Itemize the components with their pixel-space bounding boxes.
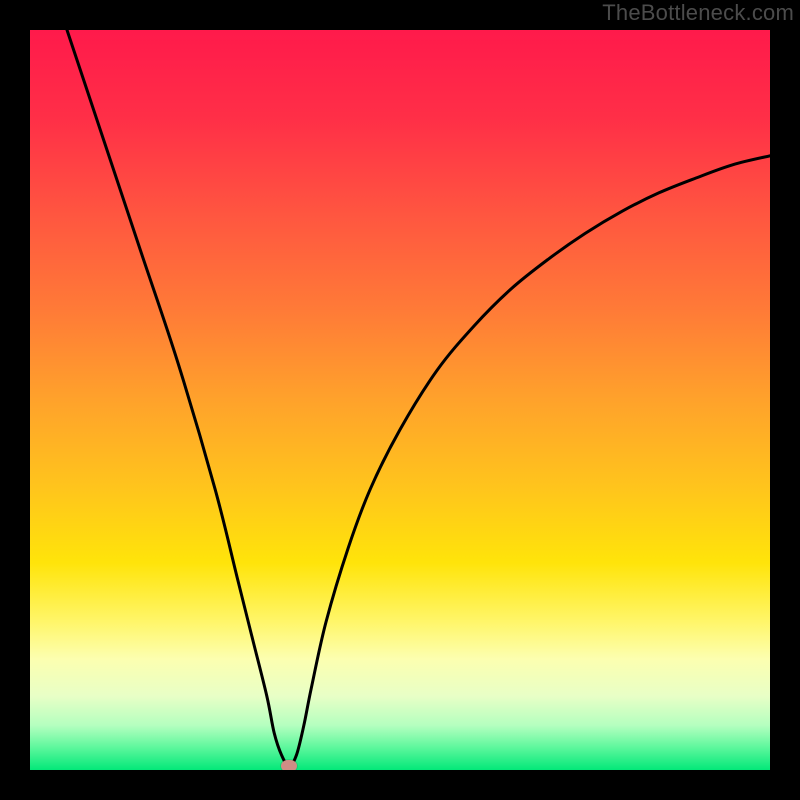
watermark-text: TheBottleneck.com bbox=[602, 0, 794, 26]
curve bbox=[30, 30, 770, 770]
chart-frame: TheBottleneck.com bbox=[0, 0, 800, 800]
optimal-marker bbox=[281, 760, 297, 770]
plot-area bbox=[30, 30, 770, 770]
